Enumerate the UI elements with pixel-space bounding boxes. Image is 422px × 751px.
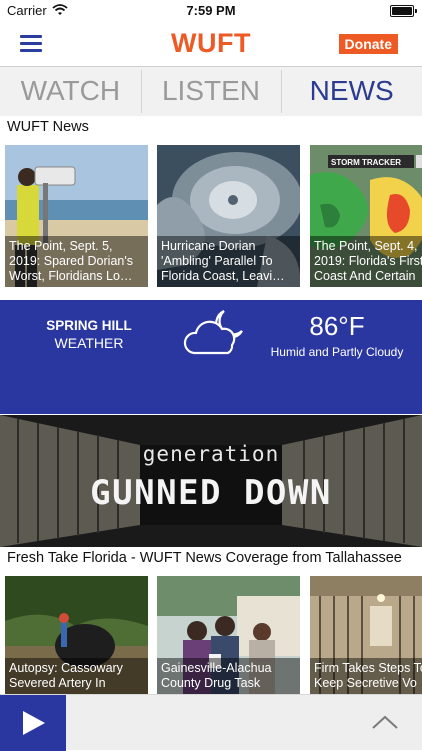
news-card[interactable]: The Point, Sept. 5, 2019: Spared Dorian'…: [5, 145, 148, 287]
fresh-take-section-title: Fresh Take Florida - WUFT News Coverage …: [7, 550, 402, 566]
news-card-caption: The Point, Sept. 4, 2019: Florida's Firs…: [310, 236, 422, 287]
partly-cloudy-night-icon: [182, 305, 252, 362]
news-card-caption: The Point, Sept. 5, 2019: Spared Dorian'…: [5, 236, 148, 287]
news-card-caption: Autopsy: Cassowary Severed Artery In: [5, 658, 148, 694]
play-icon: [23, 711, 45, 735]
donate-button[interactable]: Donate: [338, 34, 398, 54]
section-tabs: WATCH LISTEN NEWS: [0, 66, 422, 116]
news-card-caption: Firm Takes Steps To Keep Secretive Vo: [310, 658, 422, 694]
nav-bar: WUFT Donate: [0, 22, 422, 66]
wuft-news-carousel[interactable]: The Point, Sept. 5, 2019: Spared Dorian'…: [0, 145, 422, 287]
feature-banner[interactable]: generation GUNNED DOWN: [0, 415, 422, 547]
weather-location: SPRING HILL WEATHER: [36, 318, 142, 351]
hamburger-menu-icon[interactable]: [20, 33, 44, 53]
battery-icon: [390, 5, 417, 17]
fresh-take-carousel[interactable]: Autopsy: Cassowary Severed Artery In Gai…: [0, 576, 422, 694]
chevron-up-icon[interactable]: [370, 711, 400, 733]
news-card-caption: Hurricane Dorian 'Ambling' Parallel To F…: [157, 236, 300, 287]
news-card[interactable]: Hurricane Dorian 'Ambling' Parallel To F…: [157, 145, 300, 287]
wuft-news-section-title: WUFT News: [7, 119, 89, 135]
banner-title-line2: GUNNED DOWN: [90, 473, 332, 513]
news-card[interactable]: Autopsy: Cassowary Severed Artery In: [5, 576, 148, 694]
weather-label: WEATHER: [54, 335, 124, 351]
audio-player-bar: [0, 694, 422, 751]
news-card[interactable]: Gainesville-Alachua County Drug Task: [157, 576, 300, 694]
play-button[interactable]: [0, 695, 66, 751]
weather-widget[interactable]: SPRING HILL WEATHER 86°F Humid and Partl…: [0, 300, 422, 414]
status-bar: Carrier 7:59 PM: [0, 0, 422, 22]
tab-watch[interactable]: WATCH: [0, 67, 141, 116]
weather-city: SPRING HILL: [46, 318, 132, 333]
news-card[interactable]: Firm Takes Steps To Keep Secretive Vo: [310, 576, 422, 694]
tab-news[interactable]: NEWS: [281, 67, 422, 116]
news-card[interactable]: STORM TRACKER The Point, Sept. 4, 2019: …: [310, 145, 422, 287]
weather-temperature: 86°F: [309, 311, 365, 341]
tab-listen[interactable]: LISTEN: [140, 67, 282, 116]
clock: 7:59 PM: [186, 3, 236, 18]
news-card-caption: Gainesville-Alachua County Drug Task: [157, 658, 300, 694]
svg-text:STORM TRACKER: STORM TRACKER: [331, 158, 401, 167]
banner-title-line1: generation: [142, 442, 280, 466]
weather-condition: Humid and Partly Cloudy: [270, 345, 404, 359]
